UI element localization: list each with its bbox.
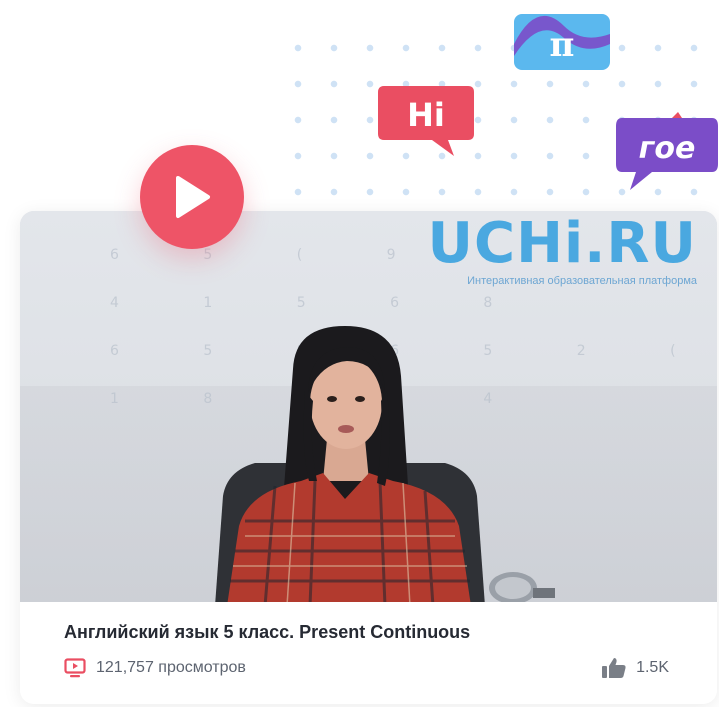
video-info: Английский язык 5 класс. Present Continu…: [20, 602, 717, 704]
pi-sticker-text: π: [550, 25, 575, 65]
likes-count[interactable]: 1.5K: [601, 657, 669, 679]
brand-block: UCHi.RU Интерактивная образовательная пл…: [428, 211, 698, 287]
video-card[interactable]: 6 5 ( 9 4 1 5 6 8 6 5 8 6 5 2 ( 9 1 8 6 …: [20, 211, 717, 704]
presenter-figure: [215, 326, 485, 602]
pi-sticker: π: [512, 4, 612, 74]
play-button[interactable]: [140, 145, 244, 249]
video-views-icon: [64, 658, 86, 678]
video-thumbnail[interactable]: 6 5 ( 9 4 1 5 6 8 6 5 8 6 5 2 ( 9 1 8 6 …: [20, 211, 717, 602]
hi-sticker: Hi: [378, 82, 478, 162]
brand-tagline: Интерактивная образовательная платформа: [467, 275, 697, 287]
brand-logo: UCHi.RU: [427, 211, 697, 276]
likes-text: 1.5K: [636, 659, 669, 676]
play-icon: [176, 176, 210, 218]
thumbs-up-icon: [601, 657, 627, 679]
microphone: [489, 572, 555, 602]
goe-sticker-text: гое: [639, 131, 696, 166]
hi-sticker-text: Hi: [407, 96, 445, 134]
video-title[interactable]: Английский язык 5 класс. Present Continu…: [64, 622, 470, 643]
goe-sticker: гое: [612, 112, 719, 192]
views-text: 121,757 просмотров: [96, 659, 246, 676]
views-count: 121,757 просмотров: [64, 658, 246, 678]
